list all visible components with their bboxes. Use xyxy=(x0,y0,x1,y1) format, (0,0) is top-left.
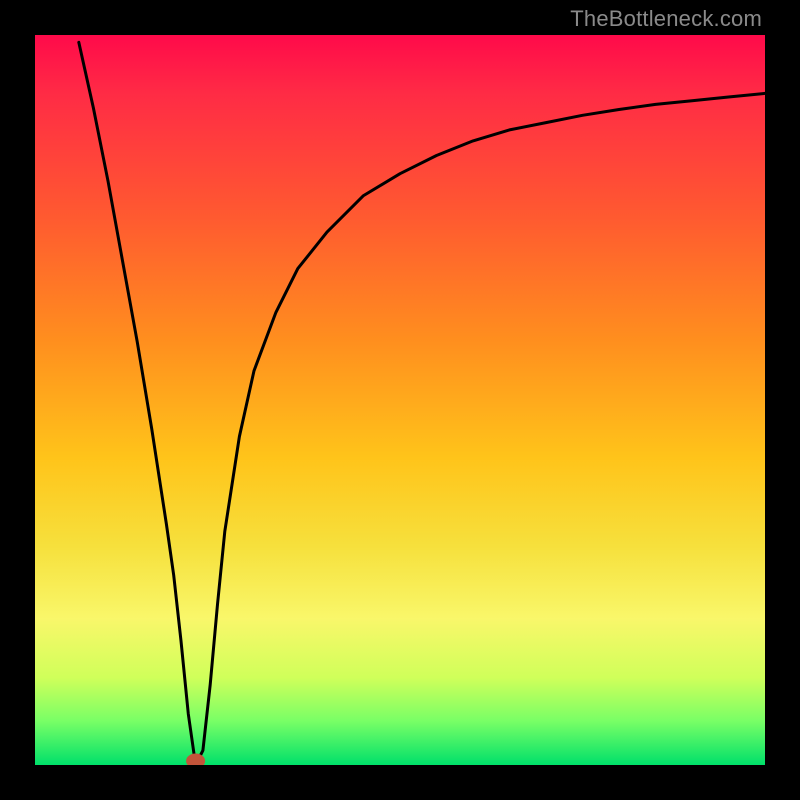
curve-svg xyxy=(35,35,765,765)
curve-line xyxy=(79,42,765,765)
marker-dot xyxy=(187,754,205,765)
watermark-text: TheBottleneck.com xyxy=(570,6,762,32)
plot-area xyxy=(35,35,765,765)
chart-frame: TheBottleneck.com xyxy=(0,0,800,800)
